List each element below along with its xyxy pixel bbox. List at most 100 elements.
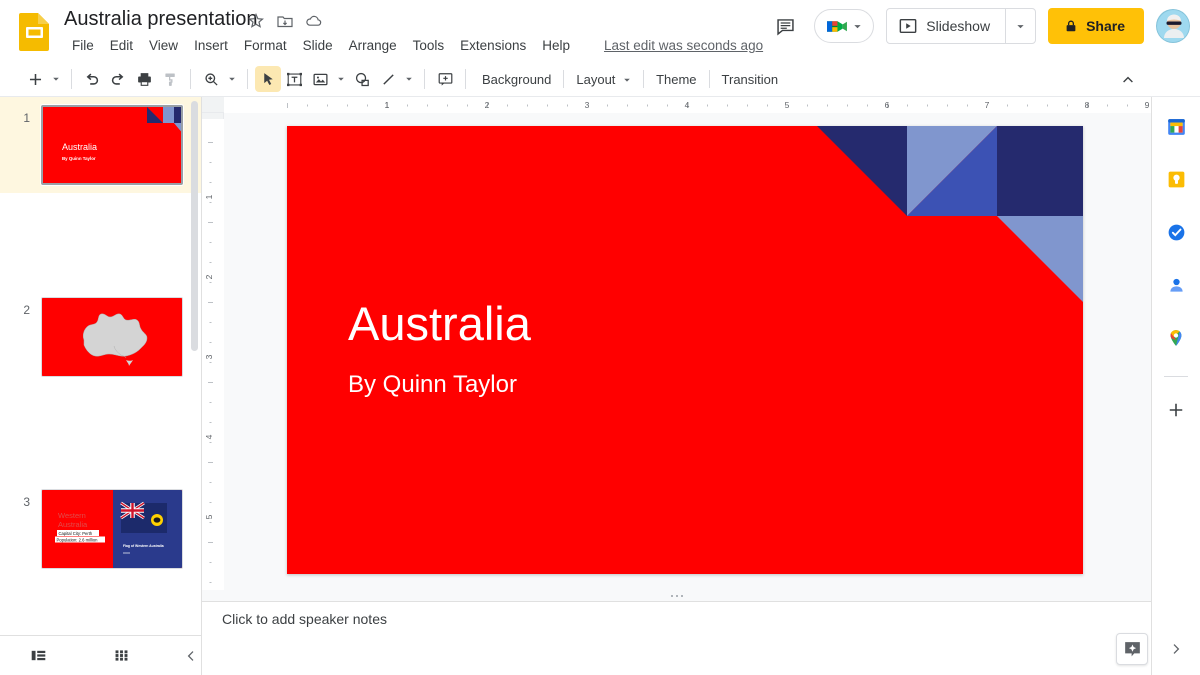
- meet-button[interactable]: [814, 9, 874, 43]
- thumbnail-slide-1[interactable]: 1 Australia By Quinn Taylor: [0, 97, 201, 193]
- meet-icon: [824, 17, 849, 36]
- select-tool-button[interactable]: [255, 66, 281, 92]
- google-calendar-button[interactable]: [1159, 109, 1193, 143]
- menu-slide[interactable]: Slide: [295, 36, 341, 55]
- explore-button[interactable]: [1116, 633, 1148, 665]
- svg-text:4: 4: [204, 434, 214, 439]
- sidepanel-expand-button[interactable]: [1160, 633, 1192, 665]
- filmstrip-view-button[interactable]: [28, 642, 49, 670]
- insert-image-button[interactable]: [307, 66, 333, 92]
- google-apps-sidepanel: [1151, 97, 1200, 675]
- google-keep-button[interactable]: [1159, 162, 1193, 196]
- filmstrip-bottom-bar: [0, 635, 202, 675]
- add-comment-button[interactable]: [432, 66, 458, 92]
- notes-resize-handle[interactable]: [202, 590, 1151, 601]
- star-icon[interactable]: [247, 12, 265, 30]
- layout-button[interactable]: Layout: [567, 68, 640, 91]
- menu-edit[interactable]: Edit: [102, 36, 141, 55]
- filmstrip-scrollbar[interactable]: [191, 101, 198, 351]
- line-button[interactable]: [375, 66, 401, 92]
- google-tasks-button[interactable]: [1159, 215, 1193, 249]
- menu-tools[interactable]: Tools: [405, 36, 453, 55]
- text-box-button[interactable]: [281, 66, 307, 92]
- toolbar-divider: [190, 69, 191, 89]
- vertical-ruler[interactable]: 1 2 3 4 5: [202, 113, 224, 595]
- background-button[interactable]: Background: [473, 68, 560, 91]
- thumbnail-canvas[interactable]: Australia By Quinn Taylor: [41, 105, 183, 185]
- menu-view[interactable]: View: [141, 36, 186, 55]
- svg-text:3: 3: [585, 100, 590, 110]
- thumbnail-number: 2: [16, 303, 30, 317]
- chevron-down-icon: [52, 75, 60, 83]
- svg-text:5: 5: [785, 100, 790, 110]
- user-avatar[interactable]: [1156, 9, 1190, 43]
- new-slide-dropdown[interactable]: [48, 75, 64, 83]
- google-maps-button[interactable]: [1159, 321, 1193, 355]
- slide-filmstrip[interactable]: 1 Australia By Quinn Taylor: [0, 97, 202, 635]
- active-slide[interactable]: Australia By Quinn Taylor: [287, 126, 1083, 574]
- menu-insert[interactable]: Insert: [186, 36, 236, 55]
- svg-text:7: 7: [985, 100, 990, 110]
- chevron-down-icon: [853, 22, 862, 31]
- menu-extensions[interactable]: Extensions: [452, 36, 534, 55]
- undo-button[interactable]: [79, 66, 105, 92]
- thumbnail-slide-2[interactable]: 2: [0, 289, 201, 385]
- horizontal-ruler[interactable]: 1x 1 3 2 y 4 5 z 6 7 8 9: [202, 97, 1151, 113]
- menu-format[interactable]: Format: [236, 36, 295, 55]
- move-to-folder-icon[interactable]: [276, 12, 294, 30]
- thumbnail-canvas[interactable]: [41, 297, 183, 377]
- slide-title-text[interactable]: Australia: [348, 298, 531, 350]
- filmstrip-collapse-button[interactable]: [180, 642, 201, 670]
- union-jack-icon: [121, 503, 144, 518]
- theme-button[interactable]: Theme: [647, 68, 705, 91]
- share-button[interactable]: Share: [1048, 8, 1144, 44]
- svg-text:8: 8: [1085, 100, 1090, 110]
- svg-text:Capital City: Perth: Capital City: Perth: [59, 531, 93, 536]
- svg-text:4: 4: [685, 100, 690, 110]
- redo-button[interactable]: [105, 66, 131, 92]
- svg-text:9: 9: [1145, 100, 1150, 110]
- thumbnail-number: 3: [16, 495, 30, 509]
- chevron-down-icon: [623, 76, 631, 84]
- menu-help[interactable]: Help: [534, 36, 578, 55]
- slideshow-button[interactable]: Slideshow: [887, 9, 1005, 43]
- new-slide-button[interactable]: [22, 66, 48, 92]
- last-edit-link[interactable]: Last edit was seconds ago: [604, 38, 763, 53]
- transition-button[interactable]: Transition: [713, 68, 788, 91]
- add-comment-icon: [437, 71, 454, 88]
- thumbnail-canvas[interactable]: Flag of Western Australia Western Austra…: [41, 489, 183, 569]
- google-tasks-icon: [1166, 222, 1187, 243]
- cloud-saved-icon[interactable]: [305, 12, 323, 30]
- toolbar-divider: [563, 70, 564, 88]
- slide-subtitle-text[interactable]: By Quinn Taylor: [348, 371, 517, 400]
- slideshow-dropdown-button[interactable]: [1005, 9, 1035, 43]
- line-icon: [380, 71, 397, 88]
- paint-format-button[interactable]: [157, 66, 183, 92]
- google-contacts-button[interactable]: [1159, 268, 1193, 302]
- print-button[interactable]: [131, 66, 157, 92]
- google-maps-icon: [1166, 328, 1186, 348]
- thumbnail-slide-3[interactable]: 3: [0, 481, 201, 577]
- zoom-button[interactable]: [198, 66, 224, 92]
- share-label: Share: [1086, 18, 1125, 34]
- line-dropdown[interactable]: [401, 75, 417, 83]
- menu-bar: File Edit View Insert Format Slide Arran…: [64, 36, 763, 55]
- toolbar-divider: [643, 70, 644, 88]
- add-addon-button[interactable]: [1159, 393, 1193, 427]
- toolbar-collapse-button[interactable]: [1114, 66, 1142, 94]
- shape-button[interactable]: [349, 66, 375, 92]
- menu-arrange[interactable]: Arrange: [341, 36, 405, 55]
- zoom-icon: [203, 71, 220, 88]
- plus-icon: [1166, 400, 1186, 420]
- zoom-dropdown[interactable]: [224, 75, 240, 83]
- comment-history-icon[interactable]: [768, 9, 802, 43]
- speaker-notes-panel[interactable]: Click to add speaker notes: [202, 601, 1151, 675]
- image-dropdown[interactable]: [333, 75, 349, 83]
- google-contacts-icon: [1166, 275, 1187, 296]
- grid-view-button[interactable]: [111, 642, 132, 670]
- layout-label: Layout: [576, 72, 615, 87]
- document-title[interactable]: Australia presentation: [64, 8, 257, 31]
- menu-file[interactable]: File: [64, 36, 102, 55]
- undo-icon: [83, 70, 101, 88]
- svg-text:3: 3: [204, 354, 214, 359]
